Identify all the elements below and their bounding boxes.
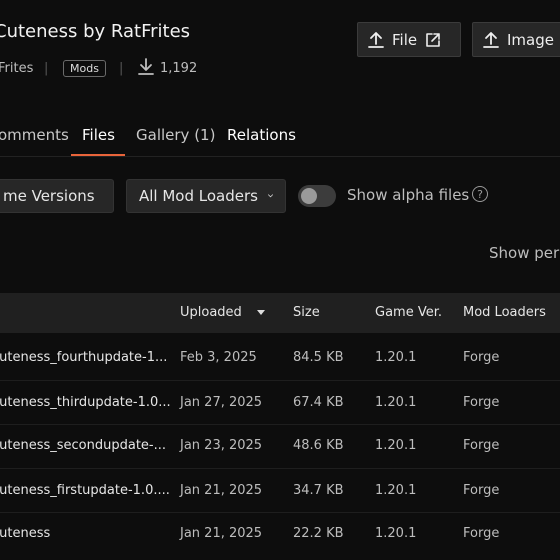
mod-loader: Forge (463, 395, 500, 410)
meta-divider: | (119, 61, 124, 76)
file-size: 34.7 KB (293, 483, 344, 498)
file-name[interactable]: cuteness_thirdupdate-1.0... (0, 395, 171, 410)
chevron-down-icon (268, 194, 273, 198)
uploaded-date: Feb 3, 2025 (180, 350, 257, 365)
uploaded-date: Jan 21, 2025 (180, 526, 263, 541)
toggle-knob (301, 188, 317, 204)
file-size: 84.5 KB (293, 350, 344, 365)
upload-icon (368, 31, 384, 48)
mod-loader: Forge (463, 483, 500, 498)
tab-comments[interactable]: omments (0, 126, 69, 144)
file-size: 48.6 KB (293, 438, 344, 453)
game-version: 1.20.1 (375, 526, 417, 541)
file-name[interactable]: cuteness_firstupdate-1.0.... (0, 483, 170, 498)
uploaded-date: Jan 27, 2025 (180, 395, 263, 410)
mod-loader: Forge (463, 350, 500, 365)
mod-loader: Forge (463, 438, 500, 453)
download-icon (138, 58, 154, 75)
tabs-divider (0, 156, 560, 157)
mod-loader: Forge (463, 526, 500, 541)
sort-descending-icon[interactable] (257, 310, 265, 315)
file-name[interactable]: cuteness_fourthupdate-1... (0, 350, 167, 365)
file-size: 22.2 KB (293, 526, 344, 541)
column-uploaded[interactable]: Uploaded (180, 305, 242, 320)
author-link[interactable]: Frites (0, 61, 33, 76)
meta-divider: | (44, 61, 49, 76)
uploaded-date: Jan 23, 2025 (180, 438, 263, 453)
mod-loaders-dropdown[interactable]: All Mod Loaders (126, 179, 286, 213)
uploaded-date: Jan 21, 2025 (180, 483, 263, 498)
file-name[interactable]: cuteness_secondupdate-... (0, 438, 166, 453)
column-mod-loaders[interactable]: Mod Loaders (463, 305, 546, 320)
column-game-version[interactable]: Game Ver. (375, 305, 442, 320)
file-button-label: File (392, 30, 418, 49)
game-versions-dropdown[interactable]: me Versions (0, 179, 114, 213)
upload-image-button[interactable]: Image (472, 22, 560, 57)
tab-gallery[interactable]: Gallery (1) (136, 126, 215, 144)
category-badge[interactable]: Mods (63, 60, 106, 77)
game-versions-label: me Versions (3, 187, 95, 205)
help-icon[interactable]: ? (472, 186, 488, 202)
project-title: Cuteness by RatFrites (0, 21, 191, 42)
show-alpha-label: Show alpha files (347, 186, 470, 204)
show-per-page-label: Show per p (489, 244, 560, 262)
row-divider (0, 512, 560, 513)
external-link-icon (426, 32, 440, 47)
row-divider (0, 468, 560, 469)
image-button-label: Image (507, 30, 554, 49)
row-divider (0, 424, 560, 425)
upload-file-button[interactable]: File (357, 22, 461, 57)
game-version: 1.20.1 (375, 395, 417, 410)
upload-icon (483, 31, 499, 48)
file-name[interactable]: cuteness (0, 526, 50, 541)
game-version: 1.20.1 (375, 350, 417, 365)
game-version: 1.20.1 (375, 483, 417, 498)
game-version: 1.20.1 (375, 438, 417, 453)
row-divider (0, 380, 560, 381)
tab-relations[interactable]: Relations (227, 126, 296, 144)
mod-loaders-label: All Mod Loaders (139, 187, 258, 205)
tab-files[interactable]: Files (82, 126, 115, 144)
file-size: 67.4 KB (293, 395, 344, 410)
download-count: 1,192 (160, 61, 198, 76)
column-size[interactable]: Size (293, 305, 320, 320)
